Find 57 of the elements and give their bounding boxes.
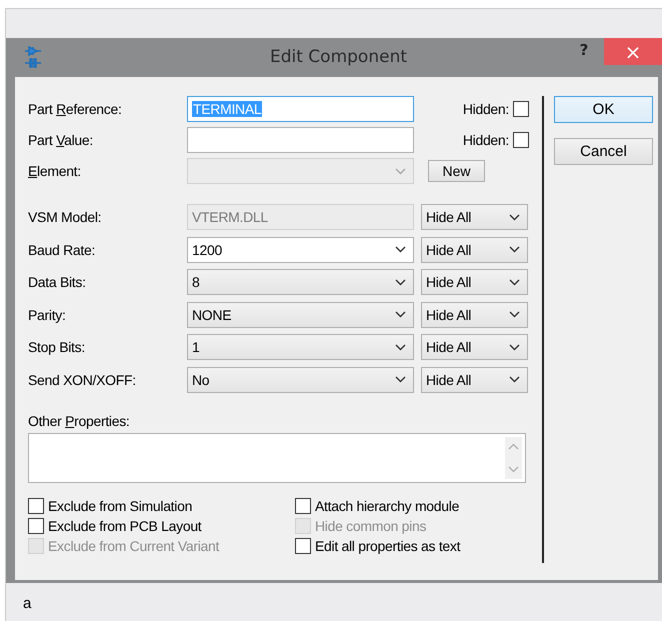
chevron-down-icon: [509, 246, 520, 253]
chevron-down-icon: [509, 214, 520, 220]
chevron-down-icon: [395, 376, 406, 383]
checkbox-label: Exclude from PCB Layout: [48, 518, 202, 534]
checkbox-label: Attach hierarchy module: [315, 498, 460, 514]
dialog-button[interactable]: Cancel: [554, 138, 653, 165]
close-button[interactable]: ×: [604, 38, 662, 65]
checkbox-label: Exclude from Simulation: [48, 498, 192, 514]
chevron-down-icon: [395, 168, 406, 174]
checkbox[interactable]: [28, 518, 44, 534]
chevron-down-icon: [509, 376, 520, 383]
chevron-down-icon: [509, 278, 520, 286]
window-title: Edit Component: [270, 47, 408, 67]
dropdown[interactable]: NONE: [187, 302, 414, 328]
field-label: Parity:: [28, 306, 67, 322]
checkbox-label: Hidden:: [462, 101, 509, 117]
dropdown[interactable]: Hide All: [421, 302, 528, 328]
checkbox[interactable]: [295, 498, 311, 514]
dropdown[interactable]: Hide All: [421, 334, 528, 360]
chevron-down-icon: [509, 344, 520, 350]
dropdown[interactable]: Hide All: [421, 236, 528, 262]
checkbox-label: Hidden:: [462, 132, 509, 148]
checkbox-label: Exclude from Current Variant: [48, 538, 220, 554]
checkbox-label: Edit all properties as text: [315, 538, 460, 554]
caption: a: [23, 595, 32, 612]
chevron-down-icon: [395, 344, 406, 350]
dropdown[interactable]: 1: [187, 334, 414, 360]
checkbox[interactable]: [513, 132, 529, 148]
help-button[interactable]: ?: [564, 41, 604, 59]
scroll-down-icon: [508, 466, 519, 473]
chevron-down-icon: [395, 278, 406, 286]
component-icon: [23, 44, 43, 68]
dialog-button[interactable]: OK: [554, 96, 653, 123]
dropdown[interactable]: 8: [187, 269, 414, 295]
dropdown[interactable]: No: [187, 366, 414, 392]
field-label: Send XON/XOFF:: [28, 372, 137, 388]
field-label: VSM Model:: [28, 209, 102, 225]
scroll-up-icon: [508, 443, 519, 450]
chevron-down-icon: [395, 246, 406, 253]
field-label: Part Value:: [28, 132, 94, 148]
field-label: Baud Rate:: [28, 242, 96, 258]
checkbox[interactable]: [513, 101, 529, 117]
field-label: Element:: [28, 163, 82, 179]
dropdown[interactable]: Hide All: [421, 269, 528, 295]
chevron-down-icon: [509, 311, 520, 318]
dropdown[interactable]: Hide All: [421, 366, 528, 392]
scrollbar[interactable]: [505, 437, 522, 479]
checkbox-label: Hide common pins: [315, 518, 426, 534]
field-label: Stop Bits:: [28, 339, 86, 355]
checkbox[interactable]: [295, 538, 311, 554]
field-label: Data Bits:: [28, 274, 87, 290]
field-label: Part Reference:: [28, 101, 123, 117]
field-label: Other Properties:: [28, 413, 131, 429]
text-field[interactable]: [187, 127, 414, 153]
chevron-down-icon: [395, 311, 406, 318]
combo-box[interactable]: 1200: [187, 236, 414, 262]
checkbox[interactable]: [28, 498, 44, 514]
